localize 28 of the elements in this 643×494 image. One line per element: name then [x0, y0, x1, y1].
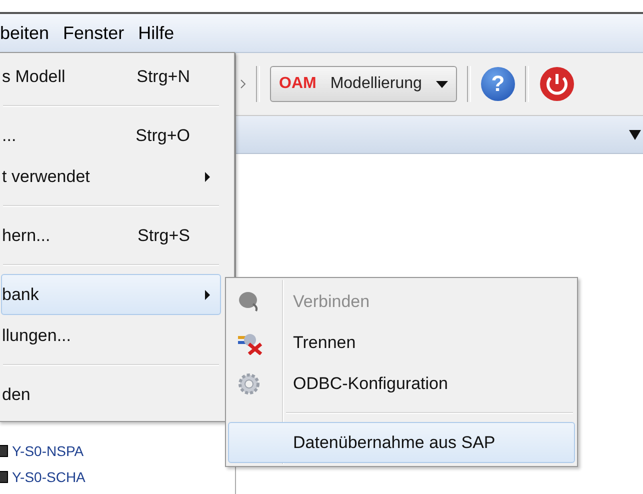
gear-icon: [237, 372, 261, 396]
mode-dropdown[interactable]: OAM Modellierung: [270, 66, 457, 102]
menu-item[interactable]: den: [1, 374, 221, 415]
chevron-icon[interactable]: [240, 79, 246, 89]
menu-item[interactable]: Trennen: [228, 322, 575, 363]
menu-item[interactable]: ODBC-Konfiguration: [228, 363, 575, 404]
logo-text: OAM: [279, 75, 316, 93]
tree-item[interactable]: Y-S0-SCHA: [12, 469, 86, 485]
menu-title[interactable]: beiten: [0, 22, 50, 44]
tree-item[interactable]: Y-S0-NSPA: [12, 443, 84, 459]
power-icon[interactable]: [538, 66, 575, 102]
menu-item[interactable]: ... Strg+O: [1, 115, 221, 156]
shortcut-label: Strg+S: [138, 226, 190, 246]
menu-item[interactable]: llungen...: [1, 315, 221, 356]
menu-item[interactable]: s Modell Strg+N: [1, 56, 221, 97]
menu-item[interactable]: bank: [1, 274, 221, 315]
menu-item[interactable]: Datenübernahme aus SAP: [228, 422, 575, 463]
shortcut-label: Strg+N: [136, 66, 190, 86]
node-icon: [0, 471, 8, 483]
disconnect-icon: [237, 331, 263, 355]
node-icon: [0, 445, 8, 457]
menu-item[interactable]: hern... Strg+S: [1, 215, 221, 256]
caret-icon: [436, 80, 448, 88]
shortcut-label: Strg+O: [136, 126, 190, 146]
menu-title[interactable]: Hilfe: [138, 22, 174, 44]
menu-item[interactable]: t verwendet: [1, 156, 221, 197]
dropdown-arrow-icon[interactable]: [629, 130, 641, 140]
menu-title[interactable]: Fenster: [63, 22, 124, 44]
